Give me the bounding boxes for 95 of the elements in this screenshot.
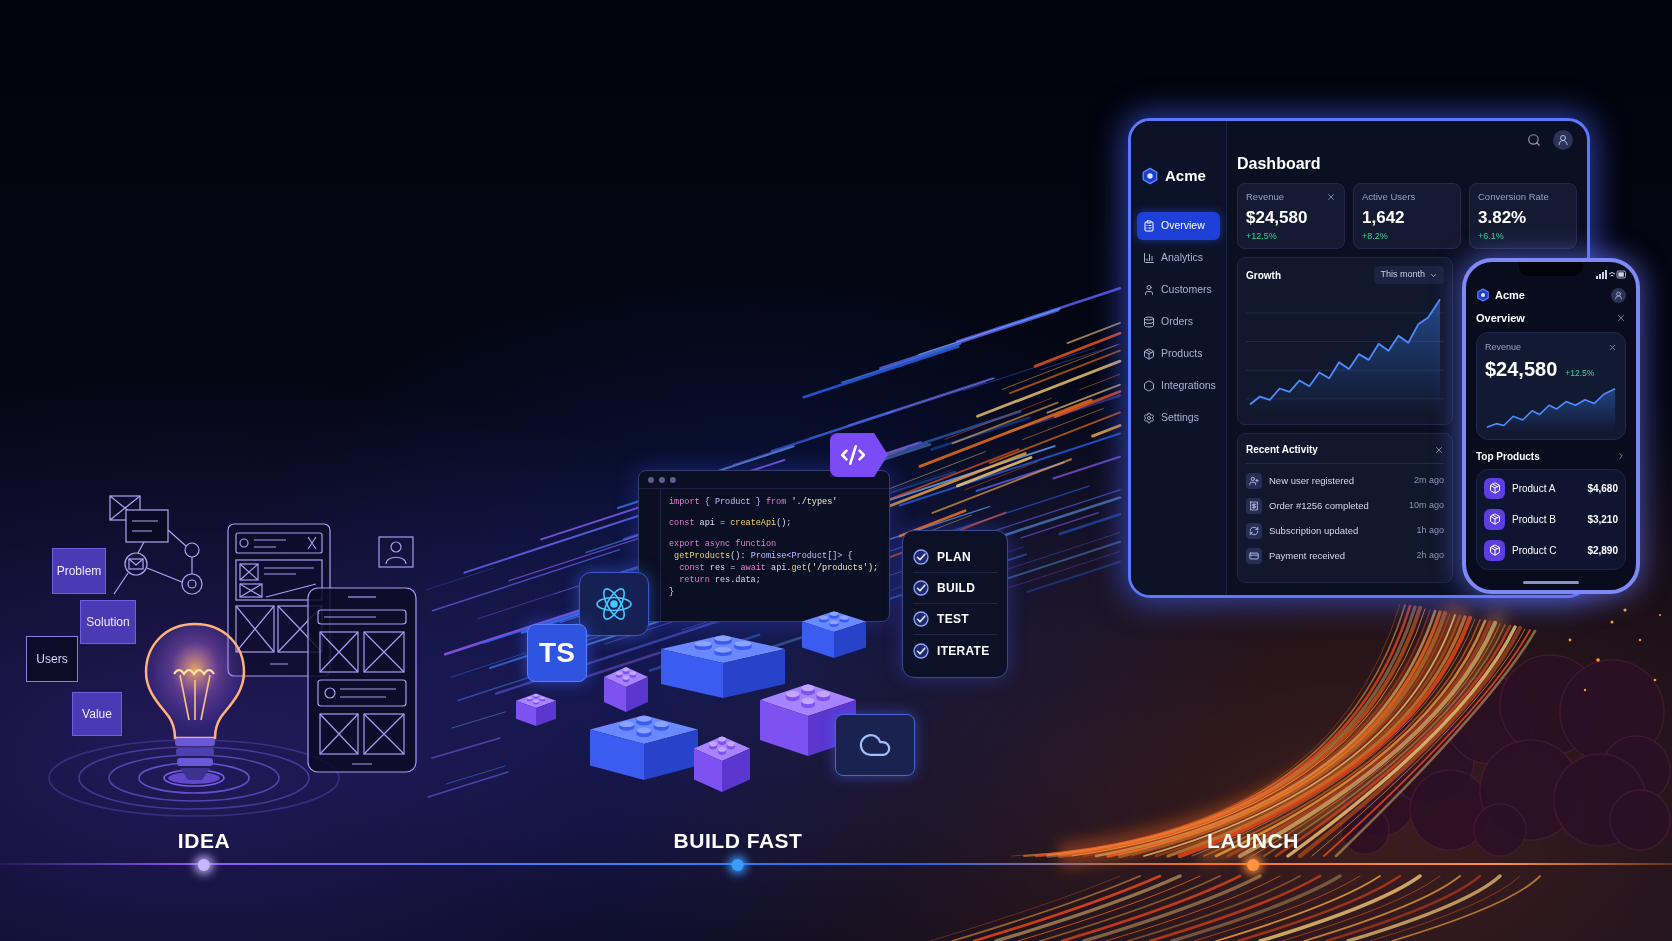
activity-text: Subscription updated <box>1269 523 1360 538</box>
hexagon-icon <box>1143 379 1155 392</box>
screen-title: Overview <box>1476 310 1525 326</box>
brand-name: Acme <box>1165 166 1206 186</box>
stat-label: Conversion Rate <box>1478 190 1549 204</box>
search-icon[interactable] <box>1527 133 1541 147</box>
stage-label: BUILD FAST <box>673 829 803 853</box>
code-line: } <box>669 586 676 598</box>
code-line: export async function <box>669 538 778 550</box>
activity-text: Order #1256 completed <box>1269 498 1370 513</box>
revenue-value: $24,580 <box>1485 356 1558 381</box>
sticky-note: Users <box>26 636 78 682</box>
package-icon <box>1484 477 1505 499</box>
close-icon[interactable] <box>1608 343 1617 353</box>
stat-label: Revenue <box>1246 190 1285 204</box>
package-icon <box>1143 347 1155 360</box>
sticky-note: Solution <box>80 600 136 644</box>
hexagon-logo-icon <box>1141 167 1159 186</box>
product-name: Product B <box>1512 512 1557 527</box>
checklist-label: BUILD <box>937 580 976 597</box>
close-icon[interactable] <box>1616 312 1626 323</box>
cloud-icon <box>835 714 915 776</box>
user-plus-icon <box>1246 473 1262 489</box>
activity-text: New user registered <box>1269 473 1355 488</box>
close-icon[interactable] <box>1434 444 1444 455</box>
check-circle-icon[interactable] <box>913 611 929 627</box>
code-line: getProducts(): Promise<Product[]> { <box>673 550 854 562</box>
page-title: Dashboard <box>1237 154 1322 174</box>
ts-tile: TS <box>527 624 587 682</box>
section-title: Top Products <box>1476 449 1540 464</box>
avatar-icon[interactable] <box>1611 287 1626 303</box>
close-icon[interactable] <box>1326 192 1336 203</box>
period-dropdown[interactable]: This month <box>1374 266 1444 284</box>
sticky-note: Value <box>72 692 122 736</box>
activity-time: 2m ago <box>1413 474 1444 488</box>
nav-item[interactable]: Orders <box>1137 307 1220 336</box>
check-circle-icon[interactable] <box>913 580 929 596</box>
revenue-change: +12.5% <box>1565 366 1595 380</box>
code-tag-icon <box>830 433 888 477</box>
product-name: Product A <box>1512 481 1557 496</box>
stat-value: 3.82% <box>1478 208 1528 229</box>
stat-value: 1,642 <box>1362 208 1406 229</box>
stat-label: Active Users <box>1362 190 1416 204</box>
avatar-icon[interactable] <box>1553 130 1573 150</box>
brand-name: Acme <box>1495 288 1525 303</box>
user-profile-sketch-icon <box>378 536 414 568</box>
checklist-label: PLAN <box>937 549 971 566</box>
stat-change: +8.2% <box>1362 230 1389 244</box>
code-line: const res = await api.get('/products'); <box>678 562 879 574</box>
panel-title: Recent Activity <box>1246 443 1318 457</box>
check-circle-icon[interactable] <box>913 549 929 565</box>
package-icon <box>1484 539 1505 561</box>
nav-item[interactable]: Settings <box>1137 403 1220 432</box>
panel-title: Growth <box>1246 268 1281 283</box>
receipt-icon <box>1246 498 1262 514</box>
product-price: $2,890 <box>1587 543 1618 558</box>
code-line: return res.data; <box>678 574 762 586</box>
user-icon <box>1143 283 1155 296</box>
database-icon <box>1143 315 1155 328</box>
chevron-right-icon[interactable] <box>1616 451 1626 461</box>
atom-orbit-icon <box>579 572 649 636</box>
settings-icon <box>1143 411 1155 424</box>
revenue-label: Revenue <box>1485 341 1522 354</box>
home-indicator <box>1523 581 1579 584</box>
bar-chart-icon <box>1143 251 1155 264</box>
nav-item[interactable]: Integrations <box>1137 371 1220 400</box>
product-price: $3,210 <box>1587 512 1618 527</box>
stage-label: LAUNCH <box>1207 829 1299 853</box>
check-circle-icon[interactable] <box>913 642 929 659</box>
checklist-label: ITERATE <box>937 642 990 660</box>
stat-change: +6.1% <box>1478 230 1505 244</box>
stat-change: +12.5% <box>1246 230 1278 244</box>
nav-item[interactable]: Overview <box>1137 211 1220 240</box>
clipboard-icon <box>1143 219 1155 232</box>
product-price: $4,680 <box>1587 481 1618 496</box>
phone-notch <box>1519 262 1583 276</box>
nav-item[interactable]: Analytics <box>1137 243 1220 272</box>
stat-value: $24,580 <box>1246 208 1309 229</box>
signal-battery-icon <box>1596 269 1626 279</box>
code-line: const api = createApi(); <box>669 517 793 529</box>
code-line: import { Product } from './types' <box>669 496 839 508</box>
activity-time: 1h ago <box>1416 524 1444 538</box>
stage-label: IDEA <box>177 829 231 853</box>
nav-item[interactable]: Customers <box>1137 275 1220 304</box>
sticky-note: Problem <box>52 548 106 594</box>
activity-time: 2h ago <box>1416 549 1444 563</box>
nav-item[interactable]: Products <box>1137 339 1220 368</box>
hexagon-logo-icon <box>1476 288 1490 303</box>
activity-time: 10m ago <box>1408 499 1444 513</box>
activity-text: Payment received <box>1269 548 1347 563</box>
refresh-icon <box>1246 523 1262 539</box>
checklist-label: TEST <box>937 611 969 628</box>
product-name: Product C <box>1512 543 1558 558</box>
credit-card-icon <box>1246 548 1262 564</box>
package-icon <box>1484 508 1505 530</box>
